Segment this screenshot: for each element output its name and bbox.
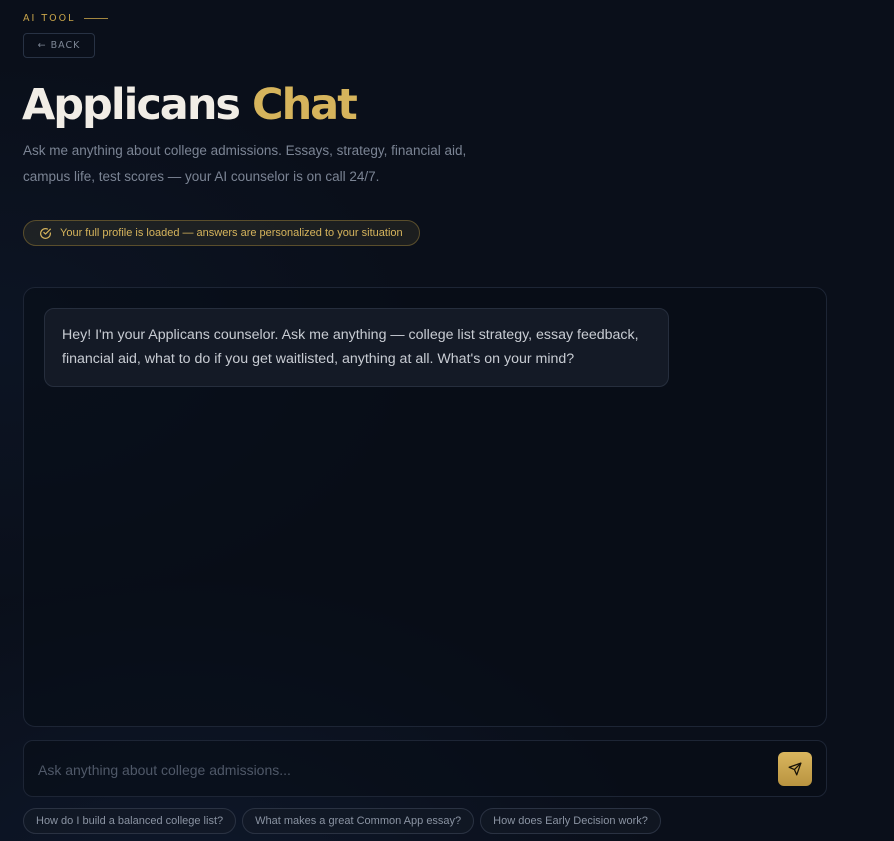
subtitle-line-2: campus life, test scores — your AI couns… (23, 169, 380, 184)
back-button-label: ← BACK (37, 40, 81, 51)
suggestion-chips: How do I build a balanced college list? … (23, 808, 661, 834)
chat-panel[interactable]: Hey! I'm your Applicans counselor. Ask m… (23, 287, 827, 727)
assistant-message-text: Hey! I'm your Applicans counselor. Ask m… (62, 327, 639, 367)
subtitle-line-1: Ask me anything about college admissions… (23, 143, 467, 158)
check-circle-icon (39, 227, 52, 240)
title-main: Applicans (22, 80, 241, 130)
eyebrow-label: AI TOOL (23, 13, 109, 24)
chat-input-bar (23, 740, 827, 798)
eyebrow-text: AI TOOL (23, 13, 76, 24)
page-subtitle: Ask me anything about college admissions… (23, 138, 523, 190)
eyebrow-divider (84, 18, 109, 19)
profile-badge-text: Your full profile is loaded — answers ar… (60, 227, 403, 239)
title-accent: Chat (252, 80, 358, 130)
page-title: Applicans Chat (22, 80, 358, 130)
profile-loaded-badge: Your full profile is loaded — answers ar… (23, 220, 420, 246)
send-icon (788, 762, 802, 776)
suggestion-chip[interactable]: How does Early Decision work? (480, 808, 661, 834)
suggestion-chip[interactable]: How do I build a balanced college list? (23, 808, 237, 834)
suggestion-chip[interactable]: What makes a great Common App essay? (242, 808, 475, 834)
send-button[interactable] (778, 752, 812, 786)
back-button[interactable]: ← BACK (23, 33, 95, 58)
assistant-message: Hey! I'm your Applicans counselor. Ask m… (44, 308, 669, 387)
chat-input[interactable] (38, 741, 768, 798)
